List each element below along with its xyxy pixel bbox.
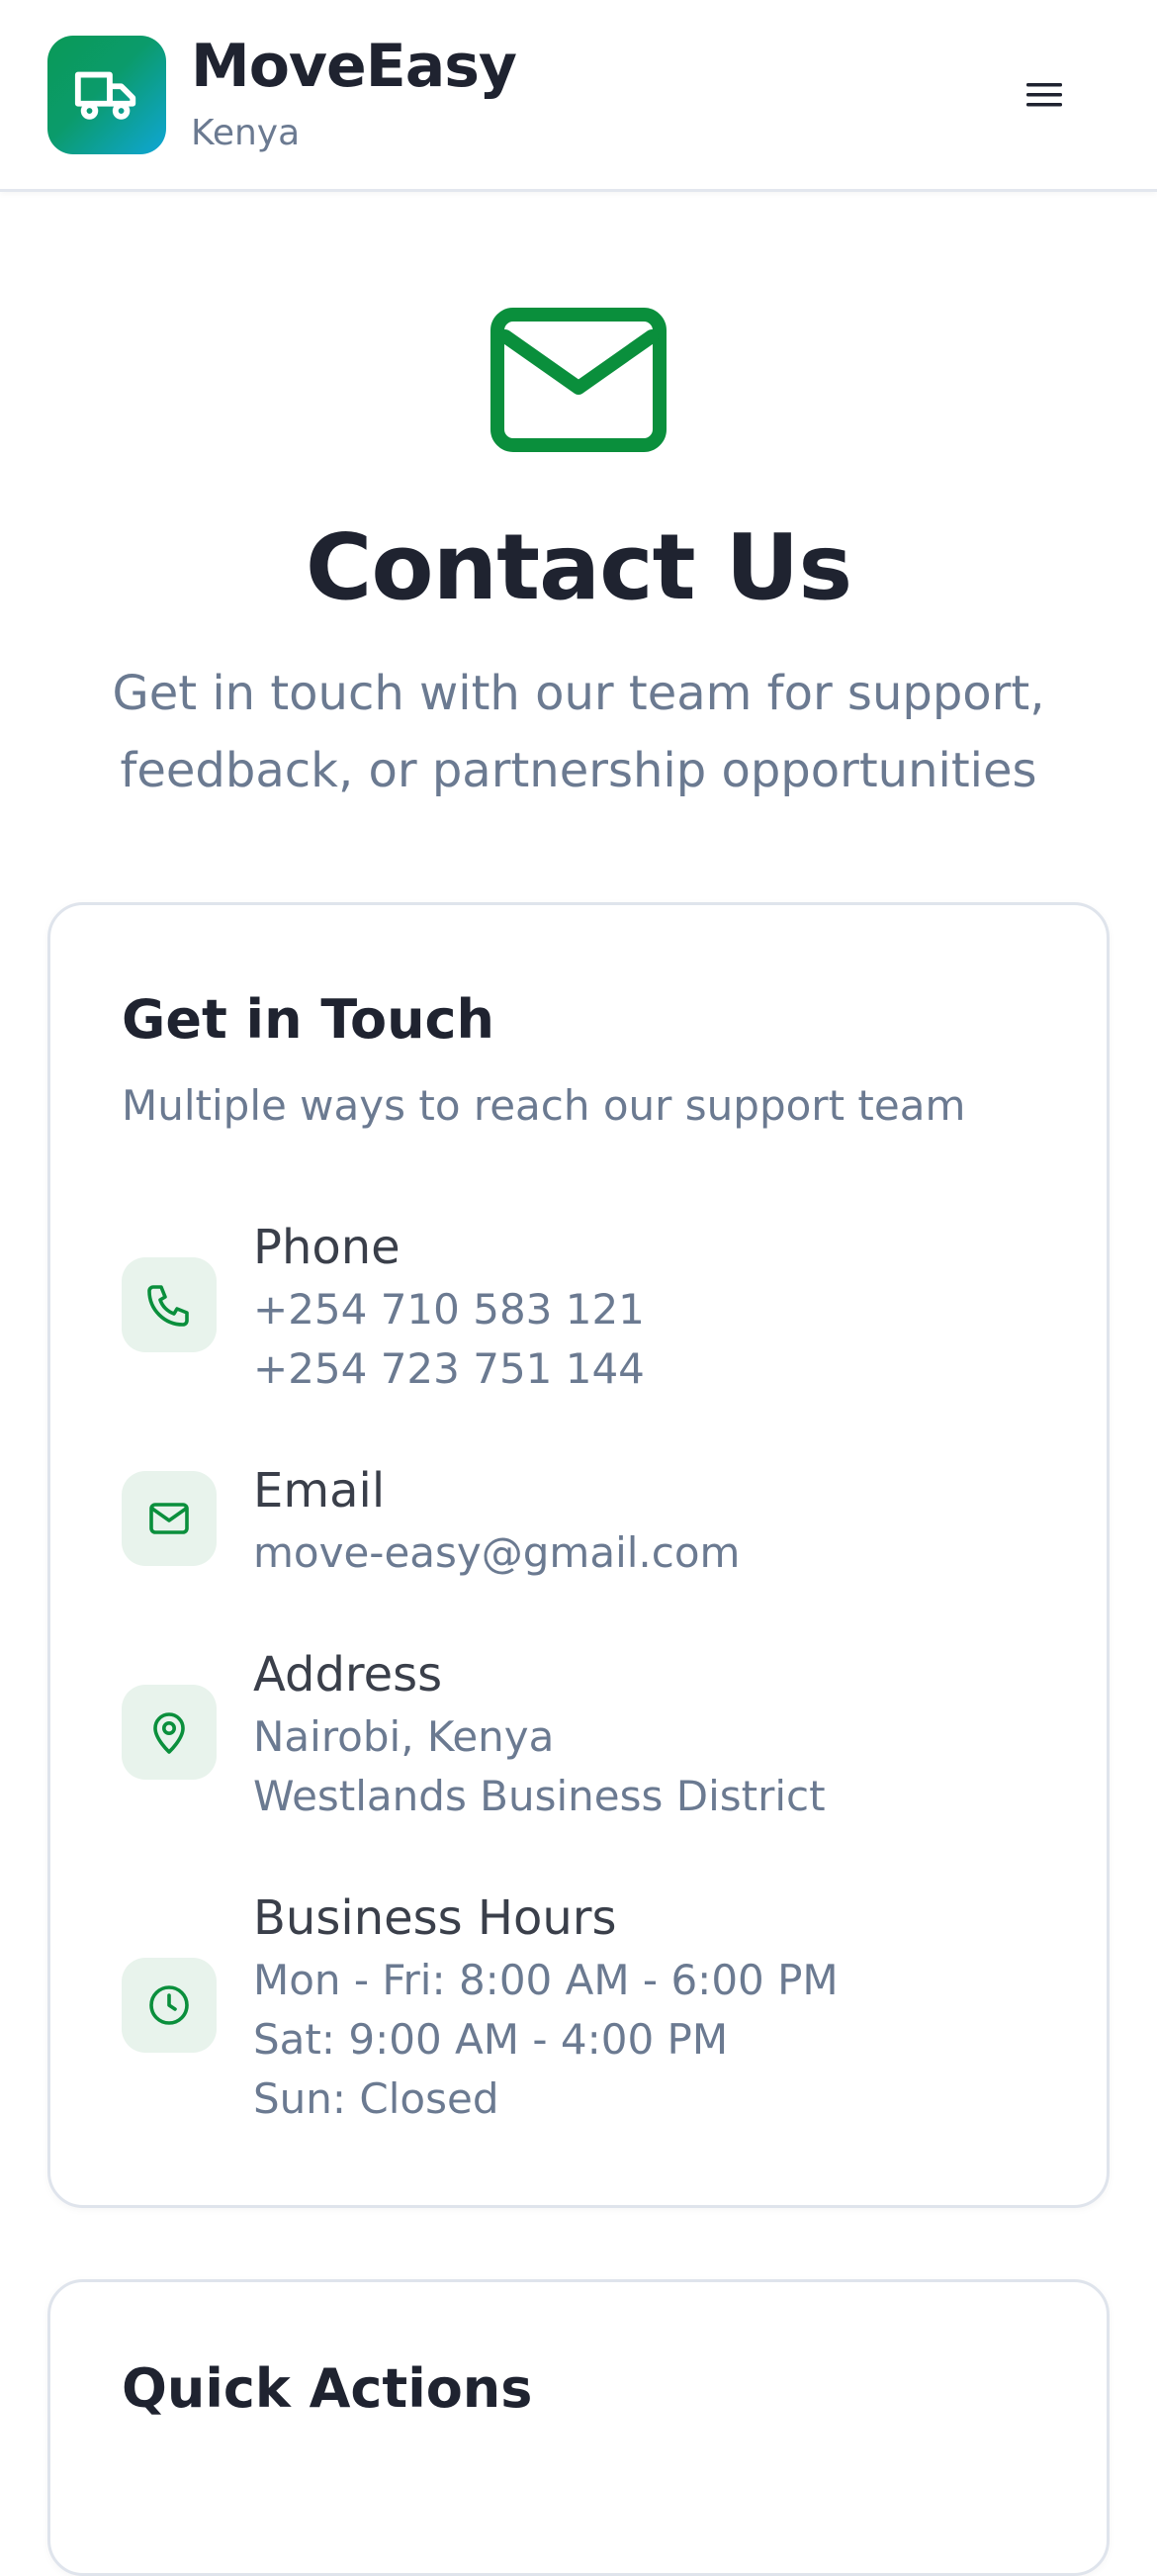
quick-actions-card: Quick Actions	[47, 2279, 1110, 2576]
page-subtitle: Get in touch with our team for support, …	[112, 666, 1045, 798]
get-in-touch-card: Get in Touch Multiple ways to reach our …	[47, 902, 1110, 2208]
phone-label: Phone	[253, 1220, 400, 1275]
mail-icon	[149, 1503, 189, 1534]
map-pin-icon	[153, 1712, 185, 1754]
menu-icon	[1026, 83, 1062, 107]
phone-number-2[interactable]: +254 723 751 144	[253, 1344, 645, 1393]
hours-label: Business Hours	[253, 1890, 617, 1946]
hours-saturday: Sat: 9:00 AM - 4:00 PM	[253, 2015, 729, 2064]
brand-name: MoveEasy	[191, 32, 517, 101]
hours-icon-badge	[122, 1958, 217, 2053]
email-label: Email	[253, 1463, 386, 1518]
address-line-1: Nairobi, Kenya	[253, 1712, 555, 1761]
clock-icon	[149, 1985, 189, 2025]
email-address[interactable]: move-easy@gmail.com	[253, 1528, 740, 1577]
card-subtitle: Multiple ways to reach our support team	[122, 1081, 966, 1130]
card-title: Quick Actions	[122, 2357, 533, 2420]
address-icon-badge	[122, 1685, 217, 1780]
menu-button[interactable]	[1009, 59, 1080, 131]
email-icon-badge	[122, 1471, 217, 1566]
phone-icon-badge	[122, 1257, 217, 1352]
address-label: Address	[253, 1647, 443, 1702]
truck-icon	[74, 71, 136, 120]
app-header: MoveEasy Kenya	[0, 0, 1157, 192]
phone-number-1[interactable]: +254 710 583 121	[253, 1285, 645, 1334]
phone-icon	[147, 1285, 189, 1327]
brand-location: Kenya	[191, 113, 301, 153]
page-title: Contact Us	[305, 514, 852, 620]
card-title: Get in Touch	[122, 988, 494, 1051]
address-line-2: Westlands Business District	[253, 1772, 826, 1820]
mail-icon	[490, 308, 667, 452]
hours-sunday: Sun: Closed	[253, 2074, 499, 2123]
hours-weekday: Mon - Fri: 8:00 AM - 6:00 PM	[253, 1956, 839, 2004]
app-logo[interactable]	[47, 36, 166, 154]
